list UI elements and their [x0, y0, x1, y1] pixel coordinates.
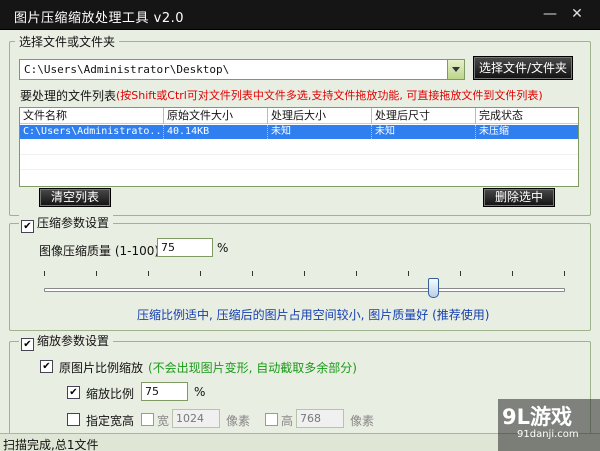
- width-unit: 像素: [226, 414, 251, 428]
- file-list[interactable]: 文件名称 原始文件大小 处理后大小 处理后尺寸 完成状态 C:\Users\Ad…: [19, 107, 579, 187]
- close-button[interactable]: ✕: [568, 5, 586, 23]
- compress-enable-checkbox[interactable]: ✔: [21, 220, 34, 233]
- filelist-hint: (按Shift或Ctrl可对文件列表中文件多选,支持文件拖放功能, 可直接拖放文…: [116, 89, 543, 102]
- scale-group-title: 缩放参数设置: [37, 334, 110, 348]
- column-header-new-dim[interactable]: 处理后尺寸: [372, 108, 476, 124]
- browse-button[interactable]: 选择文件/文件夹: [473, 56, 573, 80]
- file-list-header: 文件名称 原始文件大小 处理后大小 处理后尺寸 完成状态: [20, 108, 578, 124]
- client-area: 选择文件或文件夹 C:\Users\Administrator\Desktop\…: [0, 30, 600, 451]
- title-bar: 图片压缩缩放处理工具 v2.0 — ✕: [0, 0, 600, 30]
- ratio-checkbox[interactable]: ✔: [67, 386, 80, 399]
- quality-label: 图像压缩质量 (1-100):: [39, 244, 164, 258]
- ratio-unit: %: [194, 385, 206, 399]
- clear-list-button[interactable]: 清空列表: [39, 188, 111, 207]
- grid-line: [20, 169, 578, 170]
- compress-description: 压缩比例适中, 压缩后的图片占用空间较小, 图片质量好 (推荐使用): [137, 308, 490, 322]
- status-text: 扫描完成,总1文件: [3, 438, 99, 451]
- scale-group-header: ✔ 缩放参数设置: [19, 332, 114, 351]
- watermark-site: 91danji.com: [517, 429, 579, 440]
- compress-group-title: 压缩参数设置: [37, 216, 110, 230]
- width-label: 宽: [157, 414, 170, 428]
- height-unit: 像素: [350, 414, 375, 428]
- column-header-new-size[interactable]: 处理后大小: [268, 108, 372, 124]
- filelist-label: 要处理的文件列表: [20, 89, 117, 103]
- ratio-label[interactable]: 缩放比例: [86, 385, 134, 402]
- cell-file-name: C:\Users\Administrato...: [20, 125, 164, 139]
- quality-percent: %: [217, 241, 229, 255]
- fixed-size-checkbox[interactable]: [67, 413, 80, 426]
- compress-group-header: ✔ 压缩参数设置: [19, 214, 114, 233]
- path-value: C:\Users\Administrator\Desktop\: [24, 63, 230, 76]
- keep-ratio-hint: (不会出现图片变形, 自动截取多余部分): [148, 361, 357, 375]
- quality-slider-track[interactable]: [44, 288, 565, 292]
- delete-selected-button[interactable]: 删除选中: [483, 188, 555, 207]
- width-checkbox[interactable]: [141, 413, 154, 426]
- column-header-status[interactable]: 完成状态: [476, 108, 578, 124]
- height-input[interactable]: 768: [296, 409, 344, 428]
- height-checkbox[interactable]: [265, 413, 278, 426]
- grid-line: [20, 154, 578, 155]
- window-title: 图片压缩缩放处理工具 v2.0: [14, 11, 185, 26]
- table-row[interactable]: C:\Users\Administrato... 40.14KB 未知 未知 未…: [20, 125, 578, 139]
- cell-new-dim: 未知: [372, 125, 476, 139]
- path-combo[interactable]: C:\Users\Administrator\Desktop\: [19, 59, 465, 80]
- keep-ratio-checkbox[interactable]: ✔: [40, 360, 53, 373]
- ratio-input[interactable]: 75: [141, 382, 188, 401]
- minimize-button[interactable]: —: [541, 5, 559, 23]
- scale-enable-checkbox[interactable]: ✔: [21, 338, 34, 351]
- quality-slider-thumb[interactable]: [428, 278, 439, 298]
- chevron-down-icon[interactable]: [447, 60, 464, 79]
- column-header-orig-size[interactable]: 原始文件大小: [164, 108, 268, 124]
- height-label: 高: [281, 414, 294, 428]
- file-select-group-title: 选择文件或文件夹: [15, 33, 120, 50]
- watermark-brand: 9L游戏: [502, 405, 572, 429]
- column-header-name[interactable]: 文件名称: [20, 108, 164, 124]
- fixed-size-label[interactable]: 指定宽高: [86, 412, 134, 429]
- keep-ratio-label[interactable]: 原图片比例缩放: [59, 359, 143, 376]
- cell-status: 未压缩: [479, 126, 509, 137]
- quality-input[interactable]: 75: [157, 238, 213, 257]
- width-input[interactable]: 1024: [172, 409, 220, 428]
- watermark-logo: 9L游戏 91danji.com: [498, 399, 600, 451]
- cell-new-size: 未知: [268, 125, 372, 139]
- cell-orig-size: 40.14KB: [164, 125, 268, 139]
